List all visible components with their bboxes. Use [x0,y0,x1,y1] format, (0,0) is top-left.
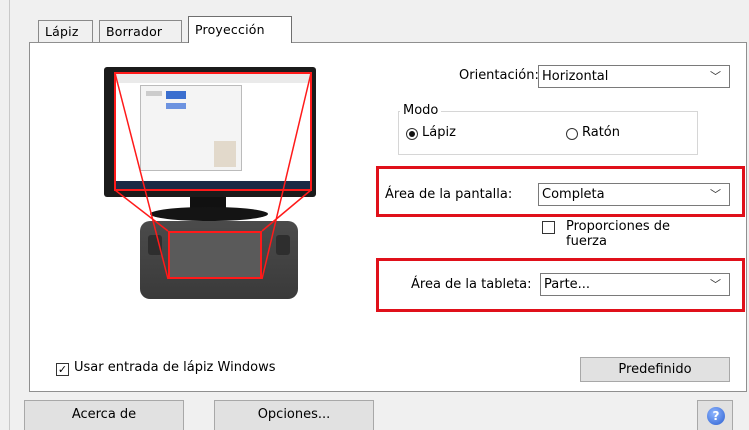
mapping-lines [114,72,312,280]
tab-label: Lápiz [45,24,79,39]
force-proportions-line2: fuerza [566,234,607,249]
windows-ink-label[interactable]: Usar entrada de lápiz Windows [74,360,276,375]
dialog-edge [9,0,10,430]
help-button[interactable]: ? [697,400,733,430]
tablet-area-label: Área de la tableta: [411,277,532,292]
about-button[interactable]: Acerca de [24,400,184,430]
orientation-value: Horizontal [542,69,609,84]
tablet-area-dropdown[interactable]: Parte... ﹀ [540,273,730,296]
screen-area-dropdown[interactable]: Completa ﹀ [538,183,730,206]
mapping-illustration [30,43,350,393]
chevron-down-icon: ﹀ [710,188,721,201]
mode-pen-radio[interactable] [406,128,418,140]
orientation-label: Orientación: [459,68,539,83]
help-icon: ? [707,407,725,425]
default-button[interactable]: Predefinido [580,357,730,382]
screen-area-value: Completa [542,187,605,202]
orientation-dropdown[interactable]: Horizontal ﹀ [538,65,730,88]
projection-panel: Orientación: Horizontal ﹀ Modo Lápiz Rat… [29,42,747,392]
tab-label: Proyección [195,22,265,37]
screen-area-label: Área de la pantalla: [385,187,513,202]
mode-title: Modo [400,103,442,118]
mode-mouse-label[interactable]: Ratón [582,125,620,140]
mode-mouse-radio[interactable] [566,128,578,140]
force-proportions-line1: Proporciones de [566,219,670,234]
windows-ink-checkbox[interactable]: ✓ [56,363,69,376]
mode-pen-label[interactable]: Lápiz [422,125,456,140]
tab-label: Borrador [106,24,163,39]
options-button[interactable]: Opciones... [214,400,374,430]
tab-lapiz[interactable]: Lápiz [38,20,93,42]
tab-borrador[interactable]: Borrador [99,20,182,42]
tab-proyeccion[interactable]: Proyección [188,16,292,43]
force-proportions-checkbox[interactable] [542,221,555,234]
chevron-down-icon: ﹀ [710,70,721,83]
force-proportions-label[interactable]: Proporciones de fuerza [566,219,670,249]
chevron-down-icon: ﹀ [710,278,721,291]
tablet-area-value: Parte... [544,277,591,292]
